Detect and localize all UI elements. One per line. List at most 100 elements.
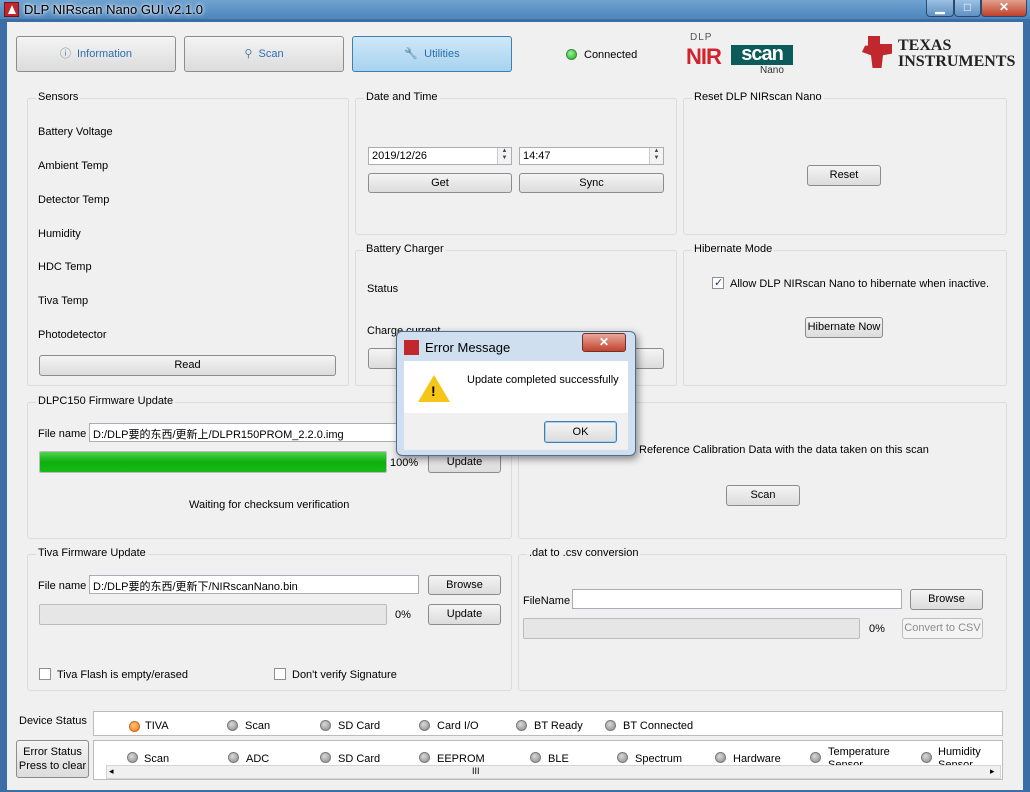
device-status-tiva: TIVA — [145, 720, 169, 732]
connection-indicator-icon — [566, 49, 577, 60]
battery-status-label: Status — [367, 283, 399, 295]
device-status-scan: Scan — [245, 720, 271, 732]
error-led-icon — [228, 752, 239, 763]
hibernate-checkbox[interactable] — [712, 276, 724, 289]
sensor-ambient-temp: Ambient Temp — [38, 160, 109, 172]
convert-file-label: FileName — [523, 595, 571, 607]
hibernate-now-button[interactable]: Hibernate Now — [805, 317, 883, 338]
get-button[interactable]: Get — [368, 173, 512, 193]
dialog-body: ! Update completed successfully — [404, 361, 628, 413]
tab-scan[interactable]: ⚲ Scan — [184, 36, 344, 72]
dialog-close-button[interactable]: ✕ — [582, 333, 626, 352]
dlpc-update-title: DLPC150 Firmware Update — [36, 395, 176, 407]
error-status-adc: ADC — [246, 753, 270, 765]
tiva-update-button[interactable]: Update — [428, 604, 501, 625]
read-button[interactable]: Read — [39, 355, 336, 376]
convert-to-csv-button[interactable]: Convert to CSV — [902, 618, 983, 639]
scroll-thumb[interactable]: III — [472, 766, 480, 776]
error-status-bar: Scan ADC SD Card EEPROM BLE Spectrum Har… — [93, 740, 1003, 780]
device-status-cardio: Card I/O — [437, 720, 479, 732]
convert-file-field[interactable] — [572, 589, 902, 609]
error-status-ble: BLE — [548, 753, 569, 765]
convert-progress-text: 0% — [869, 623, 885, 635]
sensor-photodetector: Photodetector — [38, 329, 107, 341]
reset-button[interactable]: Reset — [807, 165, 881, 186]
dlpc-file-label: File name — [38, 428, 87, 440]
title-bar[interactable]: DLP NIRscan Nano GUI v2.1.0 ▁ □ ✕ — [0, 0, 1030, 19]
error-status-spectrum: Spectrum — [635, 753, 683, 765]
horizontal-scrollbar[interactable]: ◂ III ▸ — [106, 765, 1001, 779]
calibration-scan-button[interactable]: Scan — [726, 485, 800, 506]
tiva-progress-text: 0% — [395, 609, 411, 621]
wrench-icon: 🔧 — [404, 48, 419, 60]
wrench-icon: ⚲ — [244, 48, 253, 60]
tiva-browse-button[interactable]: Browse — [428, 575, 501, 595]
dialog-footer: OK — [404, 413, 628, 450]
verify-signature-label: Don't verify Signature — [292, 669, 397, 681]
minimize-button[interactable]: ▁ — [926, 0, 954, 17]
status-led-icon — [605, 720, 616, 731]
hibernate-group: Hibernate Mode Allow DLP NIRscan Nano to… — [683, 243, 1007, 386]
device-status-bt-ready: BT Ready — [534, 720, 583, 732]
tab-utilities[interactable]: 🔧 Utilities — [352, 36, 512, 72]
reset-group: Reset DLP NIRscan Nano Reset — [683, 91, 1007, 235]
convert-group: .dat to .csv conversion FileName Browse … — [518, 547, 1007, 691]
scroll-right-icon[interactable]: ▸ — [990, 766, 995, 777]
date-field[interactable]: 2019/12/26 ▲ ▼ — [368, 147, 512, 165]
error-led-icon — [320, 752, 331, 763]
error-status-eeprom: EEPROM — [437, 753, 485, 765]
sensors-group: Sensors Battery Voltage Ambient Temp Det… — [27, 91, 349, 386]
ti-logo: TEXAS INSTRUMENTS — [862, 36, 1015, 72]
convert-title: .dat to .csv conversion — [527, 547, 641, 559]
sync-button[interactable]: Sync — [519, 173, 664, 193]
time-spinner[interactable]: ▲ ▼ — [649, 148, 663, 164]
error-status-button[interactable]: Error Status Press to clear — [16, 740, 89, 778]
info-icon: ⓘ — [59, 48, 71, 60]
tab-information[interactable]: ⓘ Information — [16, 36, 176, 72]
sensor-hdc-temp: HDC Temp — [38, 261, 92, 273]
window-title: DLP NIRscan Nano GUI v2.1.0 — [24, 2, 203, 17]
error-led-icon — [715, 752, 726, 763]
tiva-flash-label: Tiva Flash is empty/erased — [57, 669, 189, 681]
status-led-icon — [320, 720, 331, 731]
dialog-title: Error Message — [425, 340, 511, 355]
time-field[interactable]: 14:47 ▲ ▼ — [519, 147, 664, 165]
tiva-file-field[interactable]: D:/DLP要的东西/更新下/NIRscanNano.bin — [89, 575, 419, 594]
status-led-icon — [516, 720, 527, 731]
dlpc-progress-fill — [40, 452, 386, 472]
error-led-icon — [530, 752, 541, 763]
maximize-button[interactable]: □ — [954, 0, 981, 17]
device-status-label: Device Status — [19, 715, 87, 727]
error-led-icon — [810, 752, 821, 763]
convert-progress-bar — [523, 618, 860, 639]
sensor-tiva-temp: Tiva Temp — [38, 295, 89, 307]
tiva-flash-checkbox[interactable] — [39, 668, 51, 680]
tiva-file-label: File name — [38, 580, 87, 592]
sensors-title: Sensors — [36, 91, 81, 103]
close-button[interactable]: ✕ — [981, 0, 1027, 17]
error-led-icon — [419, 752, 430, 763]
ok-button[interactable]: OK — [544, 421, 617, 443]
dlpc-file-field[interactable]: D:/DLP要的东西/更新上/DLPR150PROM_2.2.0.img — [89, 423, 419, 442]
app-window: DLP NIRscan Nano GUI v2.1.0 ▁ □ ✕ ⓘ Infor… — [0, 0, 1030, 792]
app-logo-icon — [4, 2, 19, 17]
sensor-detector-temp: Detector Temp — [38, 194, 110, 206]
dlpc-progress-text: 100% — [390, 457, 419, 469]
dialog-app-icon — [404, 340, 419, 355]
error-status-sdcard: SD Card — [338, 753, 381, 765]
verify-signature-checkbox[interactable] — [274, 668, 286, 680]
nirscan-logo: DLP NIR scan Nano — [686, 32, 796, 77]
error-status-scan: Scan — [144, 753, 170, 765]
convert-browse-button[interactable]: Browse — [910, 589, 983, 610]
scroll-left-icon[interactable]: ◂ — [109, 766, 114, 777]
device-status-sdcard: SD Card — [338, 720, 381, 732]
error-message-dialog: Error Message ✕ ! Update completed succe… — [396, 331, 636, 456]
battery-title: Battery Charger — [364, 243, 446, 255]
hibernate-title: Hibernate Mode — [692, 243, 775, 255]
tiva-progress-bar — [39, 604, 387, 625]
device-status-bar: TIVA Scan SD Card Card I/O BT Ready BT C… — [93, 711, 1003, 736]
sensor-battery-voltage: Battery Voltage — [38, 126, 113, 138]
date-spinner[interactable]: ▲ ▼ — [497, 148, 511, 164]
error-led-icon — [127, 752, 138, 763]
connection-status: Connected — [584, 49, 638, 61]
